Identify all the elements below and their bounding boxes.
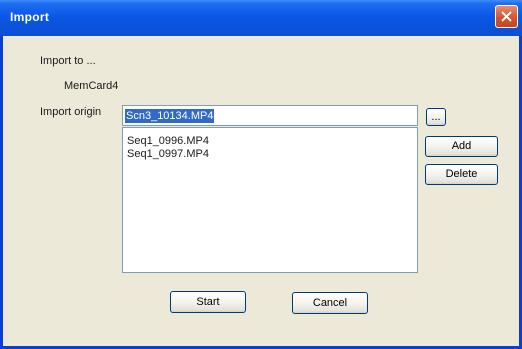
start-button[interactable]: Start	[170, 291, 246, 313]
close-icon	[501, 11, 512, 22]
import-origin-input[interactable]: Scn3_10134.MP4	[122, 105, 418, 126]
window-title: Import	[10, 10, 50, 24]
destination-name: MemCard4	[64, 80, 119, 92]
origin-selected-text: Scn3_10134.MP4	[125, 109, 215, 123]
cancel-button[interactable]: Cancel	[292, 292, 368, 314]
delete-button[interactable]: Delete	[425, 164, 498, 185]
import-origin-label: Import origin	[40, 106, 102, 118]
add-button[interactable]: Add	[425, 136, 498, 157]
list-item[interactable]: Seq1_0997.MP4	[127, 148, 417, 161]
close-button[interactable]	[495, 5, 518, 28]
file-list[interactable]: Seq1_0996.MP4 Seq1_0997.MP4	[122, 127, 418, 273]
import-to-label: Import to ...	[40, 55, 96, 67]
list-item[interactable]: Seq1_0996.MP4	[127, 135, 417, 148]
title-bar[interactable]: Import	[0, 0, 522, 36]
browse-button[interactable]: ...	[426, 108, 446, 126]
import-dialog: Import Import to ... MemCard4 Import ori…	[0, 0, 522, 349]
